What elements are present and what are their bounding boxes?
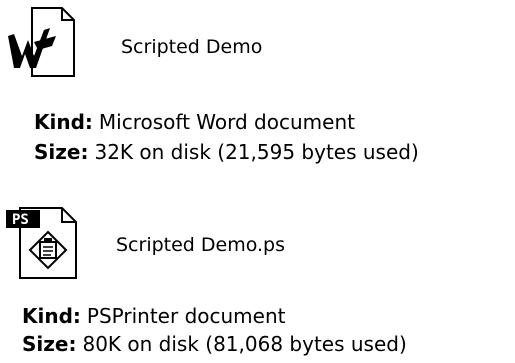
kind-value: PSPrinter document xyxy=(86,304,286,328)
file-name[interactable]: Scripted Demo.ps xyxy=(116,234,285,256)
size-label: Size xyxy=(34,140,81,164)
size-value: 32K on disk (21,595 bytes used) xyxy=(94,140,419,164)
file-entry-word: Scripted Demo Kind: Microsoft Word docume… xyxy=(0,0,515,170)
word-document-icon[interactable] xyxy=(4,6,76,78)
size-value: 80K on disk (81,068 bytes used) xyxy=(82,332,407,356)
postscript-document-icon[interactable]: PS xyxy=(4,204,82,282)
ps-badge-text: PS xyxy=(12,212,29,228)
kind-label: Kind xyxy=(34,110,85,134)
size-row: Size: 32K on disk (21,595 bytes used) xyxy=(34,140,419,164)
kind-row: Kind: Microsoft Word document xyxy=(34,110,355,134)
kind-label: Kind xyxy=(22,304,73,328)
file-entry-postscript: PS Scripted Demo.ps Kind: PSPrinter docum… xyxy=(0,196,515,363)
kind-row: Kind: PSPrinter document xyxy=(22,304,286,328)
file-name[interactable]: Scripted Demo xyxy=(121,36,262,58)
size-label: Size xyxy=(22,332,69,356)
kind-value: Microsoft Word document xyxy=(98,110,355,134)
size-row: Size: 80K on disk (81,068 bytes used) xyxy=(22,332,407,356)
